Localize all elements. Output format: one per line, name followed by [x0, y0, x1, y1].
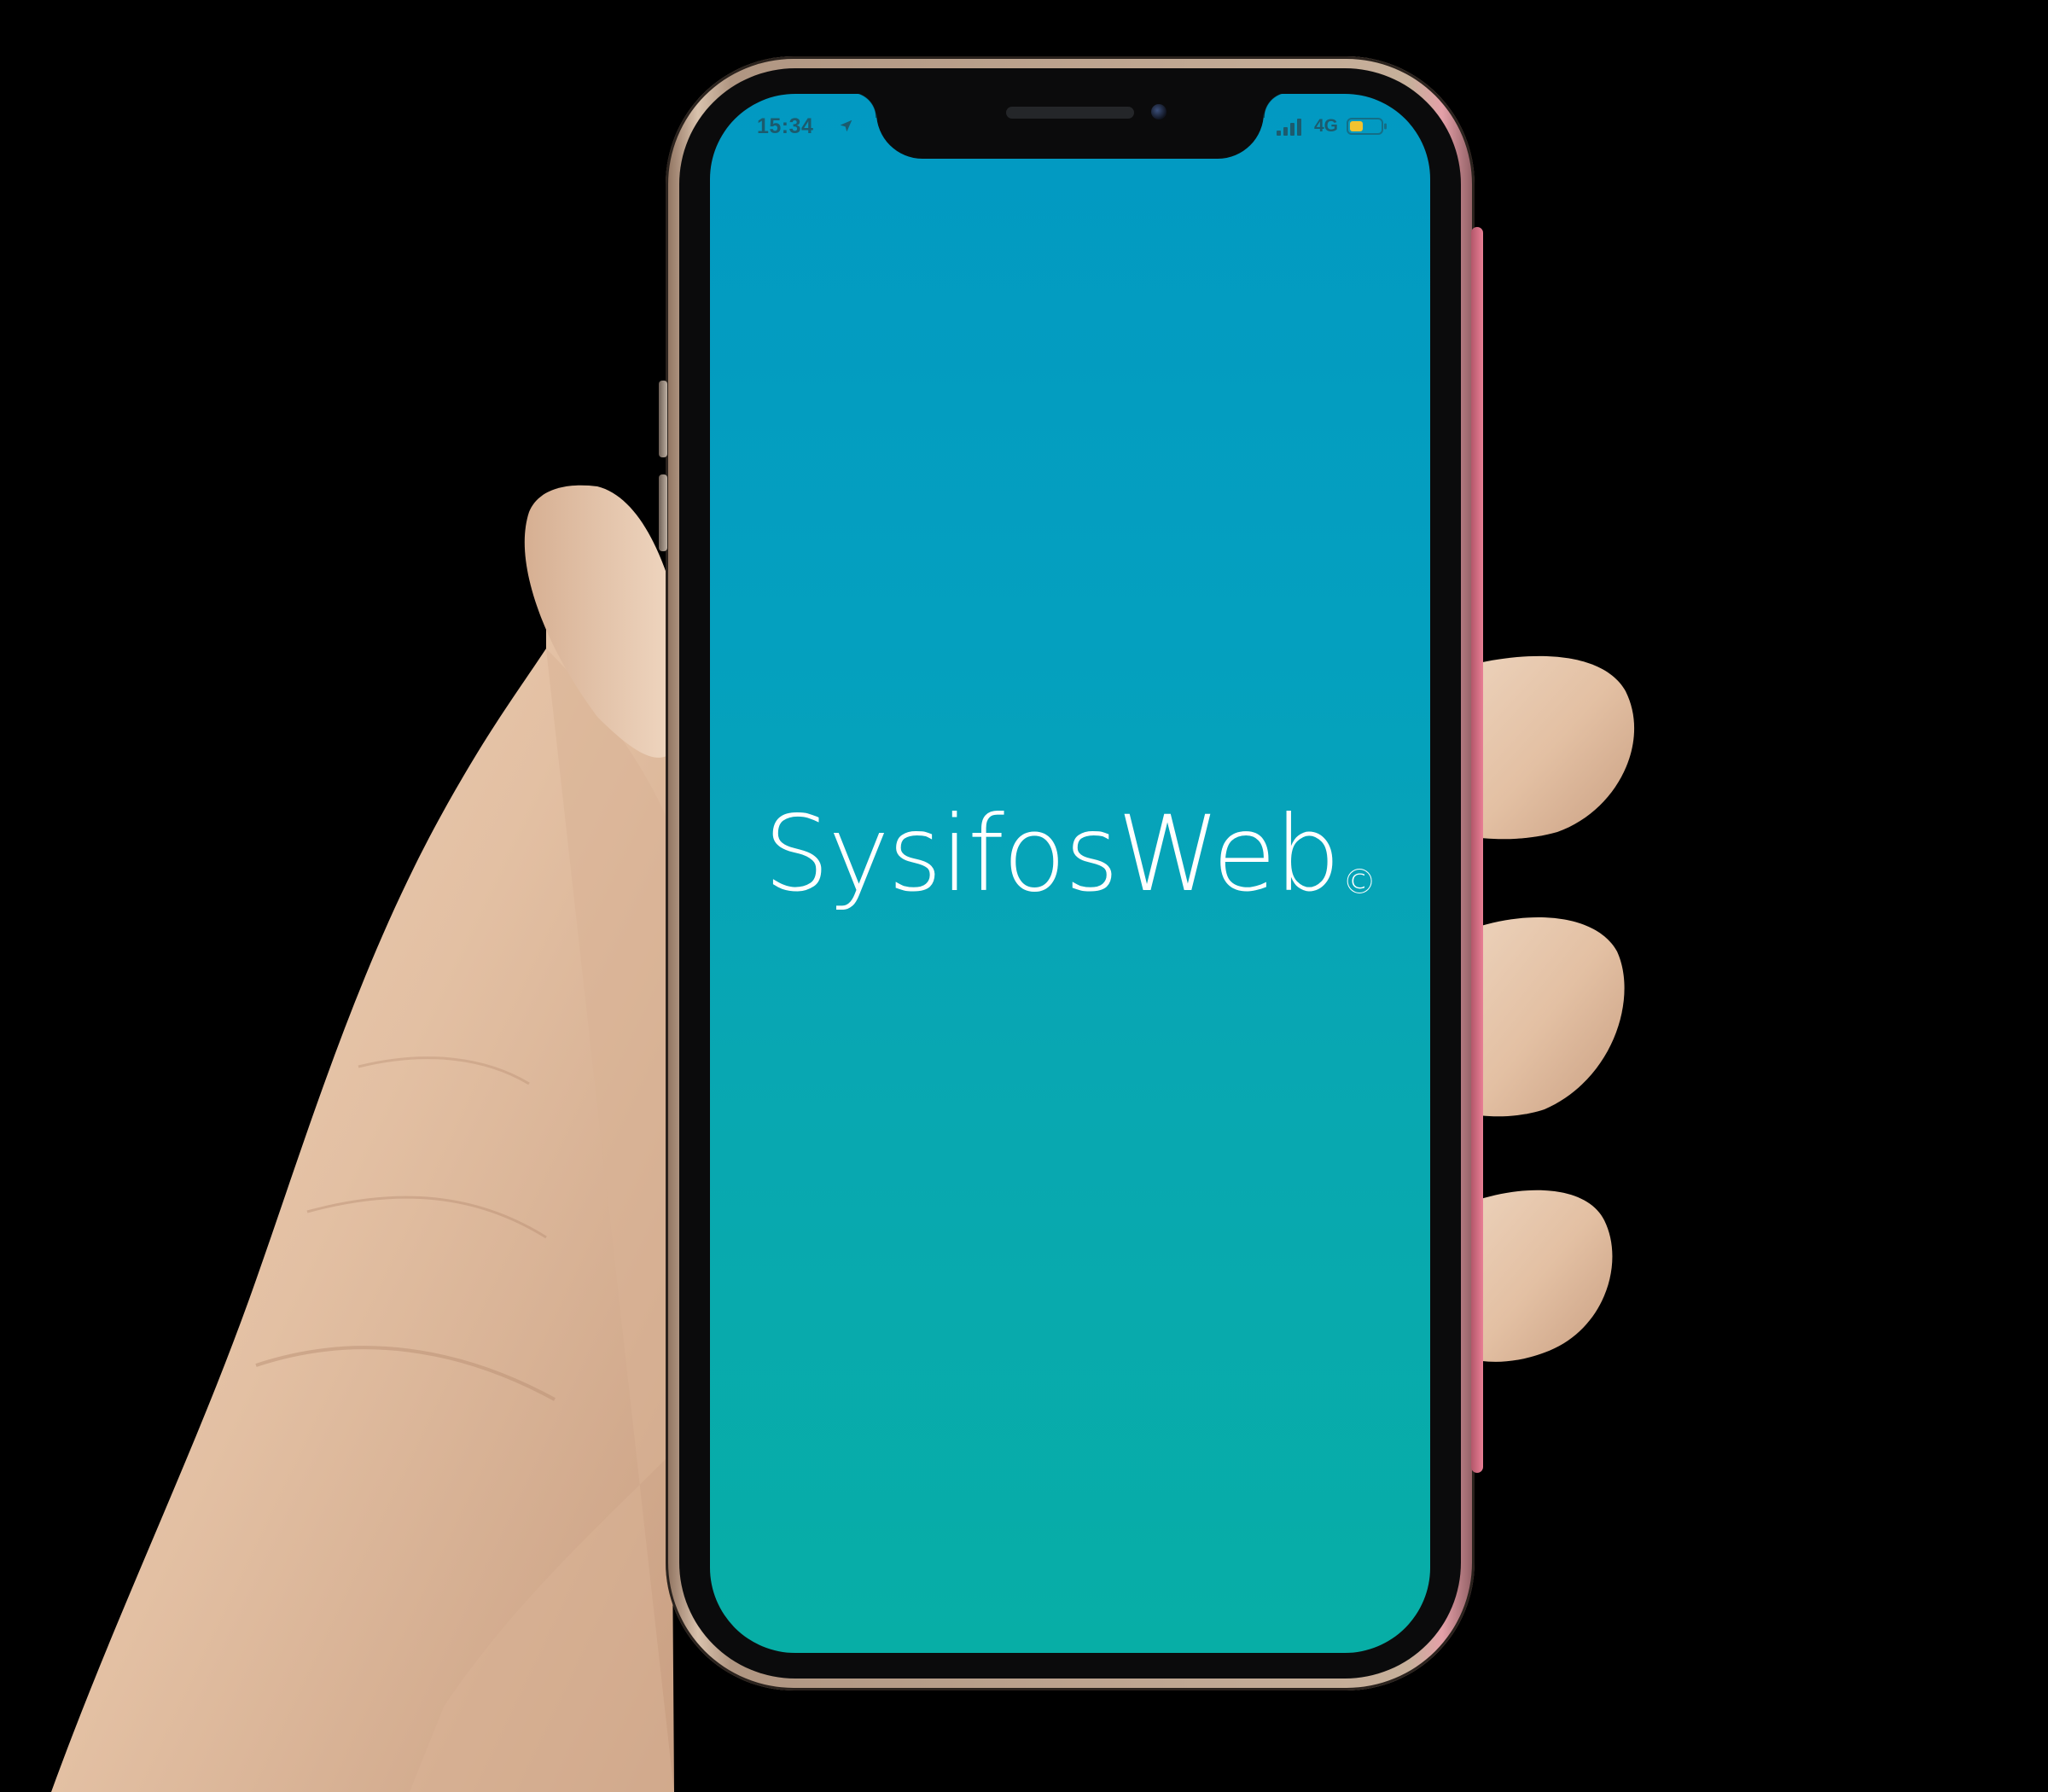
- display-notch: [851, 94, 1264, 159]
- phone-screen[interactable]: 15:34 4G SysifosWeb ©: [710, 94, 1430, 1653]
- app-logo-title: SysifosWeb ©: [710, 802, 1430, 906]
- app-name: SysifosWeb: [763, 794, 1341, 915]
- smartphone: 15:34 4G SysifosWeb ©: [659, 56, 1483, 1690]
- volume-down-button: [659, 474, 667, 551]
- location-arrow-icon: [840, 119, 852, 132]
- earpiece-speaker: [1006, 107, 1134, 119]
- battery-low-icon: [1347, 118, 1387, 135]
- status-time: 15:34: [757, 114, 814, 138]
- cellular-signal-icon: [1277, 119, 1301, 136]
- phone-frame-edge: [1471, 227, 1483, 1473]
- network-type: 4G: [1314, 116, 1339, 136]
- volume-up-button: [659, 381, 667, 457]
- copyright-symbol: ©: [1342, 863, 1377, 902]
- front-camera: [1151, 104, 1167, 119]
